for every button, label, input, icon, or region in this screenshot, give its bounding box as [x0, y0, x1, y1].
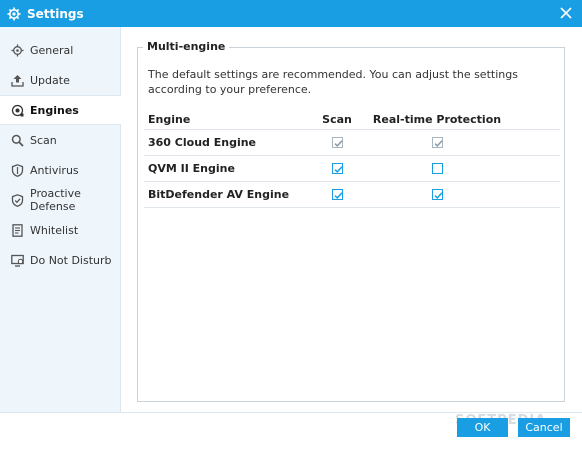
sidebar-item-general[interactable]: General: [0, 35, 120, 65]
header-engine: Engine: [148, 113, 191, 126]
sidebar-item-do-not-disturb[interactable]: Do Not Disturb: [0, 245, 120, 275]
scan-checkbox[interactable]: [331, 137, 343, 148]
table-header: Engine Scan Real-time Protection: [144, 110, 560, 130]
realtime-checkbox[interactable]: [431, 189, 443, 200]
sidebar-item-label: Scan: [30, 133, 57, 147]
description-text: The default settings are recommended. Yo…: [148, 68, 518, 96]
sidebar-item-proactive-defense[interactable]: Proactive Defense: [0, 185, 120, 215]
table-row: QVM II Engine: [144, 156, 560, 182]
sidebar: General Update Engines Scan Antivirus Pr…: [0, 27, 121, 412]
shield-icon: [11, 163, 24, 177]
document-icon: [11, 223, 24, 237]
sidebar-item-label: Proactive Defense: [30, 187, 81, 213]
table-row: BitDefender AV Engine: [144, 182, 560, 208]
header-realtime: Real-time Protection: [372, 113, 502, 126]
monitor-icon: [11, 254, 24, 267]
engine-icon: [11, 104, 24, 117]
window-title: Settings: [27, 6, 84, 21]
group-title: Multi-engine: [143, 40, 230, 53]
title-bar: Settings: [0, 0, 582, 27]
main-panel: Multi-engine The default settings are re…: [121, 27, 582, 412]
engine-name: QVM II Engine: [148, 162, 235, 175]
scan-checkbox[interactable]: [331, 163, 343, 174]
dialog-footer: SOFTPEDIA OK Cancel: [0, 412, 582, 450]
sidebar-item-update[interactable]: Update: [0, 65, 120, 95]
sidebar-item-label: Antivirus: [30, 163, 79, 177]
sidebar-item-whitelist[interactable]: Whitelist: [0, 215, 120, 245]
sidebar-item-label: Do Not Disturb: [30, 253, 112, 267]
table-row: 360 Cloud Engine: [144, 130, 560, 156]
gear-icon: [11, 44, 24, 57]
sidebar-item-label: Engines: [30, 103, 79, 117]
sidebar-item-label: General: [30, 43, 74, 57]
engine-name: BitDefender AV Engine: [148, 188, 290, 201]
shield-check-icon: [11, 193, 24, 207]
sidebar-item-label: Update: [30, 73, 70, 87]
sidebar-item-antivirus[interactable]: Antivirus: [0, 155, 120, 185]
sidebar-item-scan[interactable]: Scan: [0, 125, 120, 155]
cancel-button[interactable]: Cancel: [518, 418, 570, 437]
header-scan: Scan: [322, 113, 352, 126]
scan-checkbox[interactable]: [331, 189, 343, 200]
engine-table: Engine Scan Real-time Protection 360 Clo…: [144, 110, 560, 208]
realtime-checkbox[interactable]: [431, 163, 443, 174]
magnifier-icon: [11, 134, 24, 147]
multi-engine-group: Multi-engine The default settings are re…: [137, 40, 565, 402]
realtime-checkbox[interactable]: [431, 137, 443, 148]
close-icon[interactable]: [558, 5, 574, 21]
sidebar-item-engines[interactable]: Engines: [0, 95, 121, 125]
ok-button[interactable]: OK: [457, 418, 508, 437]
gear-icon: [7, 7, 21, 21]
upload-icon: [11, 74, 24, 87]
sidebar-item-label: Whitelist: [30, 223, 79, 237]
engine-name: 360 Cloud Engine: [148, 136, 257, 149]
